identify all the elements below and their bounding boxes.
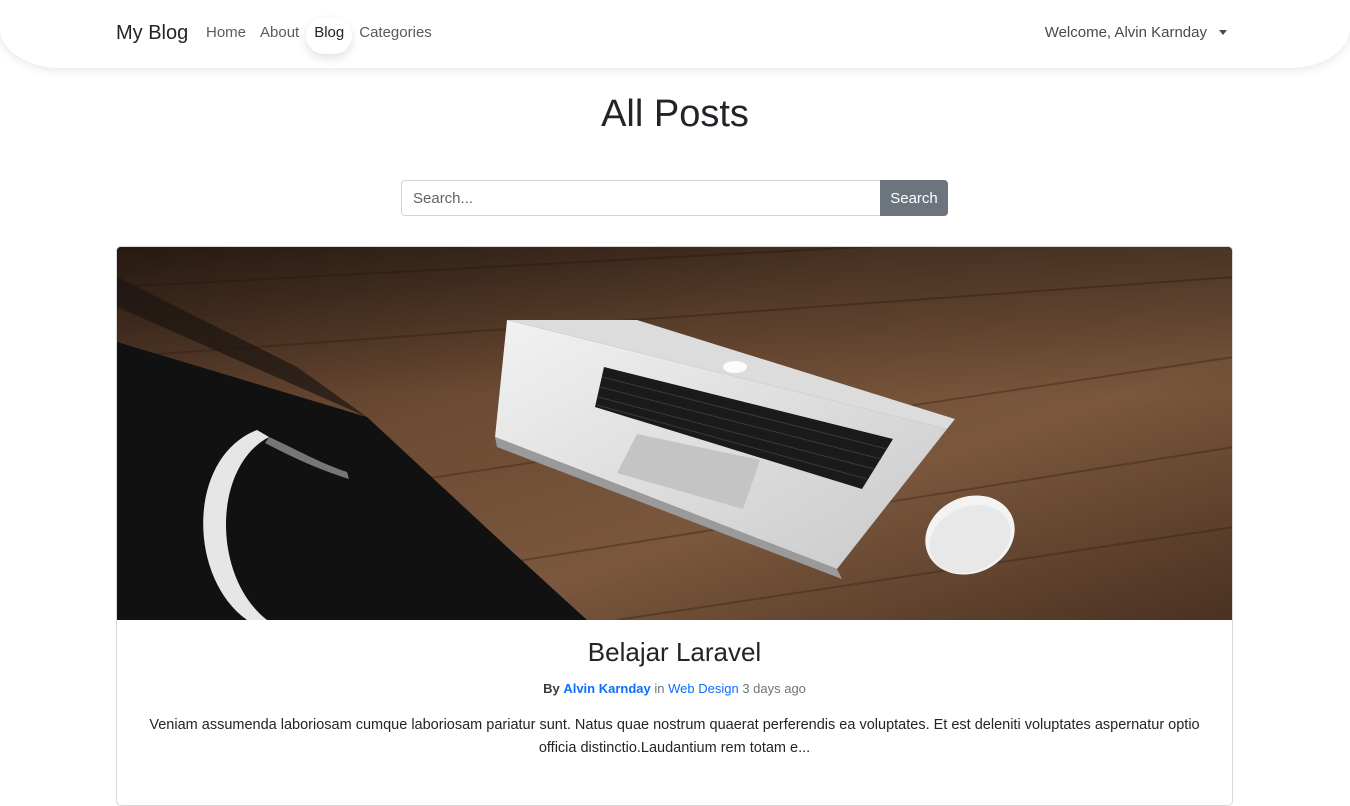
nav-categories[interactable]: Categories [352, 18, 439, 48]
user-dropdown[interactable]: Welcome, Alvin Karnday [1045, 24, 1227, 41]
nav-home[interactable]: Home [199, 18, 253, 48]
category-link[interactable]: Web Design [668, 681, 739, 696]
user-welcome-label: Welcome, Alvin Karnday [1044, 24, 1207, 41]
by-label: By [543, 681, 560, 696]
caret-down-icon [1219, 30, 1227, 35]
post-card: Belajar Laravel By Alvin Karnday in Web … [116, 246, 1233, 806]
navbar: My Blog Home About Blog Categories Welco… [0, 0, 1350, 68]
nav-about[interactable]: About [253, 18, 306, 48]
in-label: in [654, 681, 665, 696]
author-link[interactable]: Alvin Karnday [563, 681, 650, 696]
nav-blog[interactable]: Blog [306, 18, 353, 54]
search-button[interactable]: Search [880, 180, 948, 216]
post-body: Belajar Laravel By Alvin Karnday in Web … [117, 620, 1232, 760]
brand-logo[interactable]: My Blog [116, 21, 188, 45]
post-image[interactable] [117, 247, 1232, 620]
search-form: Search [401, 180, 948, 216]
post-excerpt: Veniam assumenda laboriosam cumque labor… [149, 717, 1200, 756]
search-input[interactable] [401, 180, 880, 216]
nav-links: Home About Blog Categories [199, 18, 439, 54]
page-title: All Posts [601, 93, 749, 135]
post-title[interactable]: Belajar Laravel [133, 620, 1216, 668]
post-meta: By Alvin Karnday in Web Design 3 days ag… [133, 680, 1216, 698]
post-time: 3 days ago [742, 681, 806, 696]
